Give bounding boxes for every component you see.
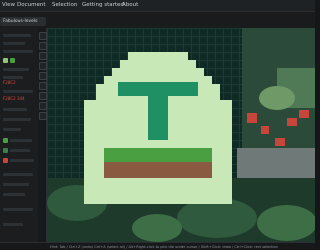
tool-strip	[38, 28, 47, 242]
select-tool-button[interactable]	[39, 82, 47, 90]
menu-about[interactable]: About	[122, 0, 138, 11]
menu-getting-started[interactable]: Getting started	[82, 0, 124, 11]
layer-visibility-toggle[interactable]	[3, 158, 8, 163]
panel-row[interactable]	[3, 34, 31, 37]
status-bar: Hint: Tab / Ctrl+Z (undo) Ctrl+A (select…	[0, 242, 315, 250]
menu-view[interactable]: View	[2, 0, 15, 11]
layer-row[interactable]	[10, 139, 32, 142]
menu-selection[interactable]: Selection	[52, 0, 77, 11]
panel-row[interactable]	[3, 50, 33, 53]
coordinate-readout: F28C2	[3, 80, 16, 85]
menu-document[interactable]: Document	[17, 0, 46, 11]
panel-row[interactable]	[3, 68, 29, 71]
panel-row[interactable]	[3, 128, 21, 131]
panel-row[interactable]	[3, 173, 33, 176]
picker-tool-button[interactable]	[39, 92, 47, 100]
brush-tool-button[interactable]	[39, 42, 47, 50]
panel-row[interactable]	[3, 193, 25, 196]
layer-row[interactable]	[10, 159, 34, 162]
panel-row[interactable]	[3, 118, 31, 121]
hand-tool-button[interactable]	[39, 112, 47, 120]
move-tool-button[interactable]	[39, 32, 47, 40]
menu-bar: View Document Selection Getting started …	[0, 0, 315, 12]
panel-row[interactable]	[3, 42, 25, 45]
panel-row[interactable]	[3, 223, 23, 226]
color-swatch[interactable]	[10, 58, 15, 63]
panel-row[interactable]	[3, 76, 23, 79]
panel-row[interactable]	[3, 90, 33, 93]
layer-row[interactable]	[10, 149, 30, 152]
panel-row[interactable]	[3, 108, 27, 111]
zoom-tool-button[interactable]	[39, 102, 47, 110]
tiled-logo-icon	[84, 52, 232, 204]
rect-tool-button[interactable]	[39, 72, 47, 80]
color-swatch[interactable]	[3, 58, 8, 63]
fill-tool-button[interactable]	[39, 62, 47, 70]
eraser-tool-button[interactable]	[39, 52, 47, 60]
layer-visibility-toggle[interactable]	[3, 148, 8, 153]
panel-row[interactable]	[3, 183, 29, 186]
document-tab-bar: Fabulous-levels	[0, 12, 315, 28]
layer-visibility-toggle[interactable]	[3, 138, 8, 143]
tab-fabulous-levels[interactable]: Fabulous-levels	[0, 17, 46, 26]
panel-row[interactable]	[3, 208, 33, 211]
coordinate-readout: F28C2 344	[3, 96, 25, 101]
